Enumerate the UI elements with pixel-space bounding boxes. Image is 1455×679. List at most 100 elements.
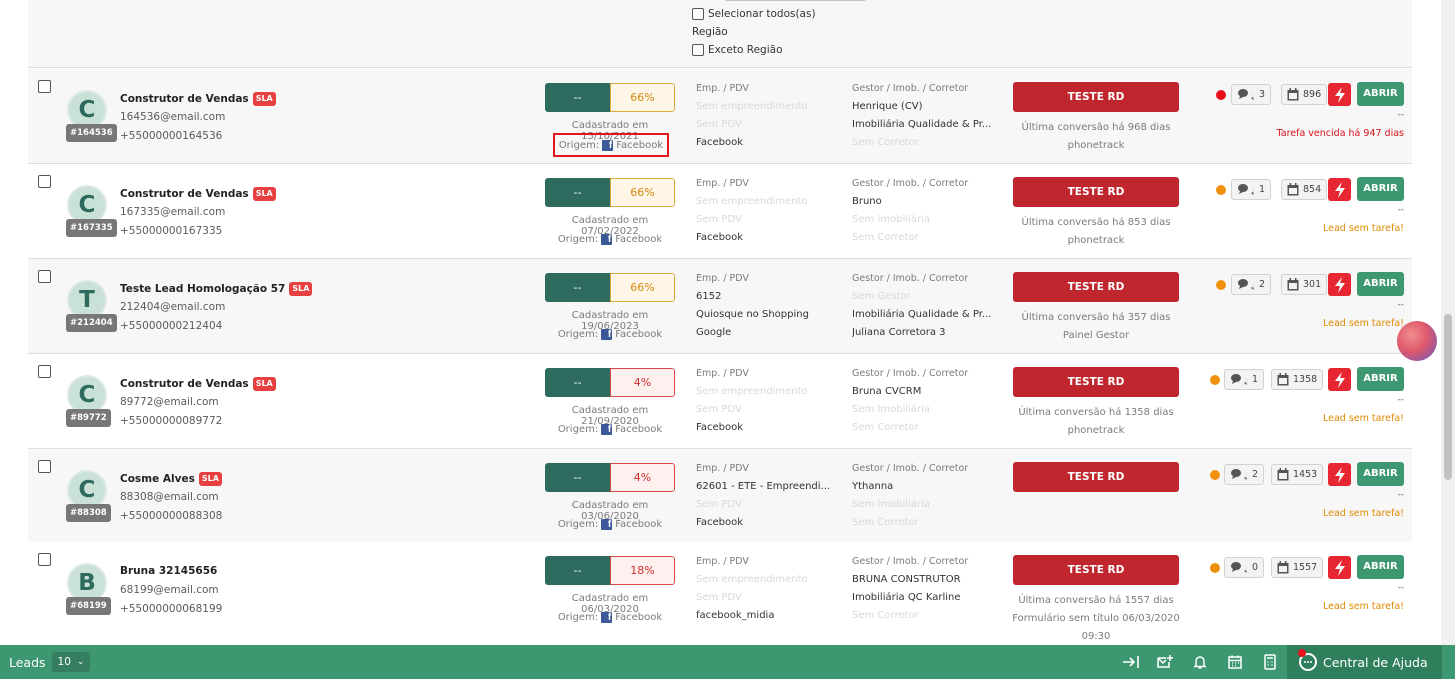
calendar-icon	[1287, 278, 1299, 291]
lead-name-text[interactable]: Construtor de Vendas	[120, 378, 249, 390]
tasks-badge[interactable]: 301	[1281, 274, 1328, 295]
origin-label: Origem:	[558, 139, 600, 151]
status-dot	[1210, 375, 1220, 385]
lead-name[interactable]: Bruna 32145656	[120, 565, 217, 577]
task-status-dash: --	[1397, 395, 1405, 405]
lead-name-text[interactable]: Bruna 32145656	[120, 565, 217, 577]
open-lead-button[interactable]: ABRIR	[1357, 82, 1404, 106]
open-lead-button[interactable]: ABRIR	[1357, 367, 1404, 391]
lead-checkbox[interactable]	[38, 270, 51, 283]
teste-rd-button[interactable]: TESTE RD	[1013, 82, 1179, 112]
emp-pdv-column: Emp. / PDV 6152 Quiosque no Shopping Google	[696, 270, 836, 342]
page-size-select[interactable]: 10 ⌄	[51, 652, 91, 672]
conversion-line: Painel Gestor	[1062, 330, 1130, 341]
lead-checkbox[interactable]	[38, 365, 51, 378]
quick-action-button[interactable]	[1328, 178, 1351, 201]
facebook-icon: f	[601, 424, 613, 435]
quick-action-button[interactable]	[1328, 463, 1351, 486]
except-region-checkbox[interactable]	[692, 44, 704, 56]
open-lead-button[interactable]: ABRIR	[1357, 555, 1404, 579]
origin-label: Origem:	[557, 424, 599, 435]
lead-row: C #167335 Construtor de Vendas SLA 167335@em…	[28, 164, 1412, 259]
gestor-line: Henrique (CV)	[852, 101, 923, 112]
lead-name[interactable]: Teste Lead Homologação 57 SLA	[120, 282, 313, 296]
scrollbar[interactable]	[1441, 0, 1455, 645]
filter-select-edge[interactable]	[724, 0, 867, 1]
teste-rd-button[interactable]: TESTE RD	[1013, 272, 1179, 302]
gestor-line: Sem Corretor	[852, 610, 919, 621]
quick-action-button[interactable]	[1328, 83, 1351, 106]
comments-badge[interactable]: 2	[1231, 274, 1272, 295]
teste-rd-button[interactable]: TESTE RD	[1013, 462, 1179, 492]
lead-checkbox[interactable]	[38, 80, 51, 93]
lead-name-text[interactable]: Construtor de Vendas	[120, 188, 249, 200]
emp-line: Facebook	[696, 517, 743, 528]
gestor-line: Bruna CVCRM	[852, 386, 922, 397]
calendar-icon[interactable]	[1225, 652, 1245, 672]
teste-rd-button[interactable]: TESTE RD	[1013, 367, 1179, 397]
lead-id-badge: #164536	[66, 124, 117, 142]
emp-header: Emp. / PDV	[696, 368, 749, 379]
help-center-button[interactable]: Central de Ajuda	[1287, 645, 1442, 679]
tasks-badge[interactable]: 1453	[1271, 464, 1324, 485]
gestor-line: Ythanna	[852, 481, 894, 492]
chevron-down-icon: ⌄	[76, 657, 85, 667]
tasks-badge[interactable]: 896	[1281, 84, 1328, 105]
lead-name[interactable]: Construtor de Vendas SLA	[120, 92, 276, 106]
emp-line: Quiosque no Shopping	[696, 309, 809, 320]
calendar-icon	[1277, 373, 1289, 386]
comments-badge[interactable]: 3	[1231, 84, 1272, 105]
teste-rd-button[interactable]: TESTE RD	[1013, 177, 1179, 207]
except-region-checkbox-row[interactable]: Exceto Região	[692, 41, 816, 59]
lead-name-text[interactable]: Teste Lead Homologação 57	[120, 283, 285, 295]
lightning-icon	[1334, 371, 1345, 388]
gestor-header: Gestor / Imob. / Corretor	[852, 463, 969, 474]
tasks-badge[interactable]: 1557	[1271, 557, 1324, 578]
add-message-icon[interactable]	[1155, 652, 1175, 672]
lead-checkbox[interactable]	[38, 175, 51, 188]
floating-assistant-bubble[interactable]	[1397, 321, 1437, 361]
lightning-icon	[1334, 276, 1345, 293]
progress-percent: 4%	[610, 463, 675, 492]
lead-name-text[interactable]: Cosme Alves	[120, 473, 195, 485]
lead-checkbox[interactable]	[38, 553, 51, 566]
open-lead-button[interactable]: ABRIR	[1357, 177, 1404, 201]
select-all-checkbox[interactable]	[692, 8, 704, 20]
open-lead-button[interactable]: ABRIR	[1357, 462, 1404, 486]
comments-badge[interactable]: 1	[1224, 369, 1265, 390]
origin-value: Facebook	[616, 139, 664, 151]
lead-checkbox[interactable]	[38, 460, 51, 473]
calendar-icon	[1287, 88, 1299, 101]
lead-name[interactable]: Construtor de Vendas SLA	[120, 187, 276, 201]
comments-badge[interactable]: 0	[1224, 557, 1265, 578]
comments-count: 1	[1259, 184, 1266, 195]
logout-icon[interactable]	[1121, 652, 1141, 672]
comments-icon	[1231, 562, 1247, 573]
progress-stage: --	[545, 178, 610, 207]
comments-icon	[1238, 184, 1254, 195]
gestor-line: Sem Corretor	[852, 422, 919, 433]
calculator-icon[interactable]	[1260, 652, 1280, 672]
quick-action-button[interactable]	[1328, 556, 1351, 579]
lead-phone: +55000000068199	[120, 603, 223, 615]
facebook-icon: f	[601, 234, 613, 245]
lead-name[interactable]: Cosme Alves SLA	[120, 472, 222, 486]
teste-rd-button[interactable]: TESTE RD	[1013, 555, 1179, 585]
open-lead-button[interactable]: ABRIR	[1357, 272, 1404, 296]
scrollbar-thumb[interactable]	[1444, 314, 1452, 480]
lead-name[interactable]: Construtor de Vendas SLA	[120, 377, 276, 391]
lead-progress: -- 66%	[545, 178, 675, 207]
comments-badge[interactable]: 2	[1224, 464, 1265, 485]
quick-action-button[interactable]	[1328, 368, 1351, 391]
gestor-column: Gestor / Imob. / Corretor Bruna CVCRM Sem …	[852, 365, 997, 437]
comments-badge[interactable]: 1	[1231, 179, 1272, 200]
tasks-badge[interactable]: 854	[1281, 179, 1328, 200]
emp-pdv-column: Emp. / PDV 62601 - ETE - Empreendi... Sem …	[696, 460, 836, 532]
lead-name-text[interactable]: Construtor de Vendas	[120, 93, 249, 105]
lead-origin: Origem: f Facebook	[545, 612, 675, 623]
bell-icon[interactable]	[1190, 652, 1210, 672]
select-all-checkbox-row[interactable]: Selecionar todos(as)	[692, 5, 816, 23]
quick-action-button[interactable]	[1328, 273, 1351, 296]
tasks-badge[interactable]: 1358	[1271, 369, 1324, 390]
lead-origin: Origem: f Facebook	[545, 329, 675, 340]
